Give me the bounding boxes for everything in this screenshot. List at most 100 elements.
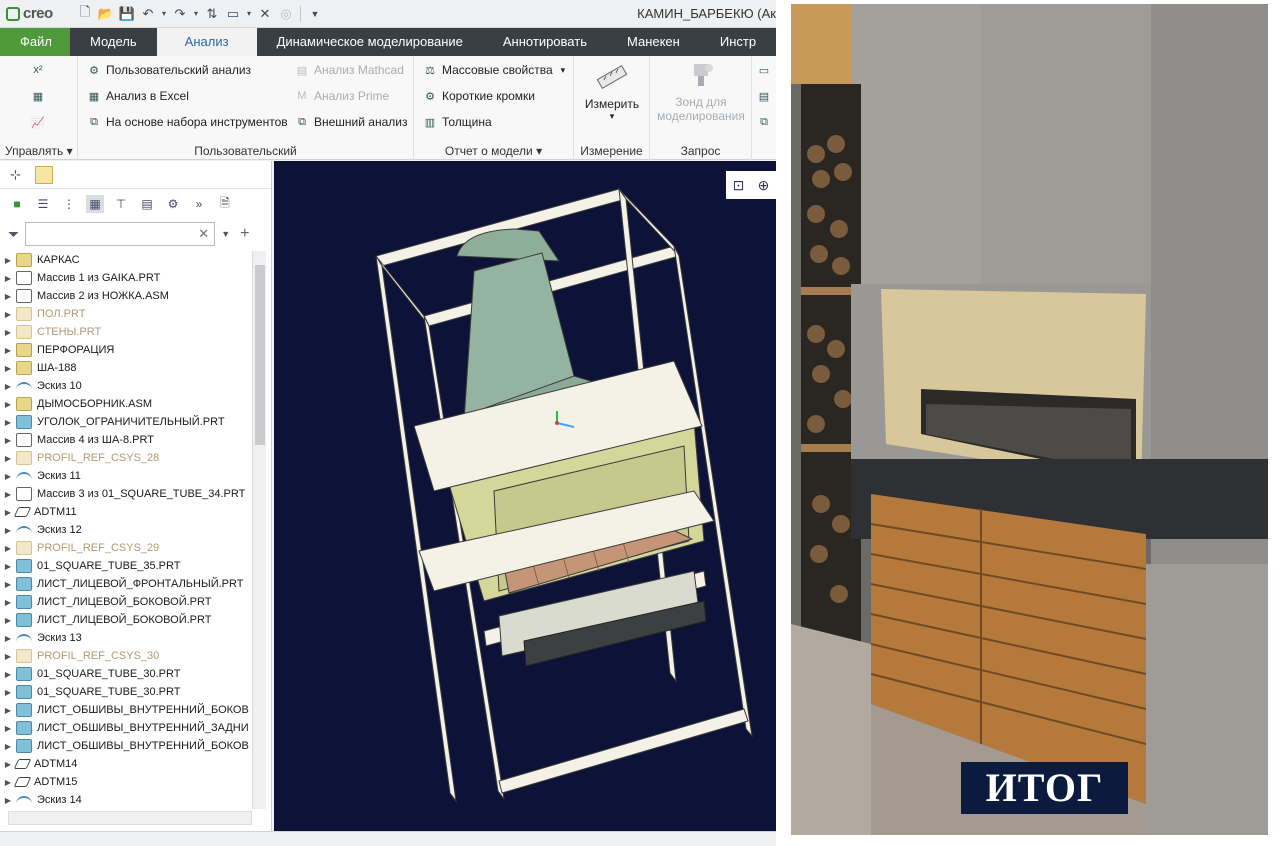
tree-item[interactable]: ▶ ЛИСТ_ЛИЦЕВОЙ_БОКОВОЙ.PRT [0, 593, 252, 611]
tab-analysis[interactable]: Анализ [156, 28, 257, 56]
tree-filter-icon[interactable]: ⊤ [112, 195, 130, 213]
tree-item[interactable]: ▶ Массив 1 из GAIKA.PRT [0, 269, 252, 287]
tree-item[interactable]: ▶ УГОЛОК_ОГРАНИЧИТЕЛЬНЫЙ.PRT [0, 413, 252, 431]
tree-item[interactable]: ▶ ЛИСТ_ЛИЦЕВОЙ_БОКОВОЙ.PRT [0, 611, 252, 629]
expand-arrow-icon[interactable]: ▶ [0, 652, 16, 661]
tree-item[interactable]: ▶ Эскиз 12 [0, 521, 252, 539]
windows-icon[interactable]: ▭ [224, 5, 242, 23]
toolkit-analysis-button[interactable]: ⧉ На основе набора инструментов [86, 114, 288, 130]
tree-horizontal-scrollbar[interactable] [8, 811, 252, 825]
expand-arrow-icon[interactable]: ▶ [0, 796, 16, 805]
group-label-model-report[interactable]: Отчет о модели ▾ [414, 144, 573, 158]
windows-dropdown-icon[interactable]: ▾ [245, 5, 253, 23]
regenerate-icon[interactable]: ⇅ [203, 5, 221, 23]
tab-annotate[interactable]: Аннотировать [483, 28, 607, 56]
expand-arrow-icon[interactable]: ▶ [0, 616, 16, 625]
tree-item[interactable]: ▶ Эскиз 11 [0, 467, 252, 485]
tree-table-icon[interactable]: ▦ [86, 195, 104, 213]
group-label-manage[interactable]: Управлять ▾ [0, 144, 77, 158]
tree-item[interactable]: ▶ ЛИСТ_ОБШИВЫ_ВНУТРЕННИЙ_ЗАДНИ [0, 719, 252, 737]
expand-arrow-icon[interactable]: ▶ [0, 670, 16, 679]
tree-item[interactable]: ▶ ЛИСТ_ОБШИВЫ_ВНУТРЕННИЙ_БОКОВ [0, 737, 252, 755]
tab-manikin[interactable]: Манекен [607, 28, 700, 56]
manage-tool-2[interactable]: ▦ [30, 88, 46, 104]
expand-arrow-icon[interactable]: ▶ [0, 544, 16, 553]
tree-item[interactable]: ▶ Эскиз 10 [0, 377, 252, 395]
model-tree-tab-icon[interactable]: ⊹ [10, 167, 21, 183]
user-analysis-button[interactable]: ⚙ Пользовательский анализ [86, 62, 251, 78]
expand-arrow-icon[interactable]: ▶ [0, 382, 16, 391]
graphics-viewport[interactable]: ⊡ ⊕ [274, 161, 776, 831]
manage-tool-3[interactable]: 📈 [30, 114, 46, 130]
tree-item[interactable]: ▶ Массив 2 из НОЖКА.ASM [0, 287, 252, 305]
tree-search-input[interactable]: ✕ [25, 222, 216, 246]
expand-arrow-icon[interactable]: ▶ [0, 724, 16, 733]
tree-item[interactable]: ▶ ADTM14 [0, 755, 252, 773]
expand-arrow-icon[interactable]: ▶ [0, 634, 16, 643]
expand-arrow-icon[interactable]: ▶ [0, 454, 16, 463]
expand-arrow-icon[interactable]: ▶ [0, 472, 16, 481]
overflow-tool-3[interactable]: ⧉ [756, 114, 772, 130]
tree-list-icon[interactable]: ☰ [34, 195, 52, 213]
tree-item[interactable]: ▶ ДЫМОСБОРНИК.ASM [0, 395, 252, 413]
new-file-icon[interactable]: 🗋 [76, 4, 94, 23]
tree-item[interactable]: ▶ PROFIL_REF_CSYS_29 [0, 539, 252, 557]
tab-file[interactable]: Файл [0, 28, 70, 56]
overflow-tool-2[interactable]: ▤ [756, 88, 772, 104]
tree-item[interactable]: ▶ Эскиз 13 [0, 629, 252, 647]
customize-dropdown-icon[interactable]: ▼ [306, 5, 324, 23]
tree-item[interactable]: ▶ ПОЛ.PRT [0, 305, 252, 323]
tree-item[interactable]: ▶ PROFIL_REF_CSYS_28 [0, 449, 252, 467]
open-folder-icon[interactable]: 📂 [97, 5, 115, 23]
tab-model[interactable]: Модель [70, 28, 157, 56]
expand-arrow-icon[interactable]: ▶ [0, 310, 16, 319]
expand-arrow-icon[interactable]: ▶ [0, 562, 16, 571]
expand-arrow-icon[interactable]: ▶ [0, 292, 16, 301]
thickness-button[interactable]: ▥ Толщина [422, 114, 492, 130]
tree-item[interactable]: ▶ ША-188 [0, 359, 252, 377]
expand-arrow-icon[interactable]: ▶ [0, 436, 16, 445]
more-icon[interactable]: » [190, 195, 208, 213]
tree-item[interactable]: ▶ 01_SQUARE_TUBE_30.PRT [0, 665, 252, 683]
undo-icon[interactable]: ↶ [139, 5, 157, 23]
close-window-icon[interactable]: ✕ [256, 5, 274, 23]
tree-item[interactable]: ▶ 01_SQUARE_TUBE_30.PRT [0, 683, 252, 701]
tree-item[interactable]: ▶ Массив 4 из ША-8.PRT [0, 431, 252, 449]
excel-analysis-button[interactable]: ▦ Анализ в Excel [86, 88, 189, 104]
expand-arrow-icon[interactable]: ▶ [0, 688, 16, 697]
search-dropdown-icon[interactable]: ▼ [221, 229, 230, 239]
tree-vertical-scrollbar[interactable] [252, 251, 266, 809]
scroll-thumb[interactable] [255, 265, 265, 445]
tree-item[interactable]: ▶ КАРКАС [0, 251, 252, 269]
expand-arrow-icon[interactable]: ▶ [0, 526, 16, 535]
external-analysis-button[interactable]: ⧉ Внешний анализ [294, 114, 407, 130]
expand-arrow-icon[interactable]: ▶ [0, 598, 16, 607]
expand-arrow-icon[interactable]: ▶ [0, 490, 16, 499]
tree-item[interactable]: ▶ ПЕРФОРАЦИЯ [0, 341, 252, 359]
expand-arrow-icon[interactable]: ▶ [0, 400, 16, 409]
expand-arrow-icon[interactable]: ▶ [0, 580, 16, 589]
add-icon[interactable]: + [240, 225, 249, 243]
tree-item[interactable]: ▶ ADTM15 [0, 773, 252, 791]
gear-icon[interactable]: ⚙ [164, 195, 182, 213]
tree-columns-icon[interactable]: ⋮ [60, 195, 78, 213]
tree-item[interactable]: ▶ 01_SQUARE_TUBE_35.PRT [0, 557, 252, 575]
expand-arrow-icon[interactable]: ▶ [0, 274, 16, 283]
tree-item[interactable]: ▶ СТЕНЫ.PRT [0, 323, 252, 341]
expand-arrow-icon[interactable]: ▶ [0, 706, 16, 715]
expand-arrow-icon[interactable]: ▶ [0, 742, 16, 751]
redo-dropdown-icon[interactable]: ▾ [192, 5, 200, 23]
short-edges-button[interactable]: ⚙ Короткие кромки [422, 88, 535, 104]
tree-item[interactable]: ▶ ADTM11 [0, 503, 252, 521]
expand-arrow-icon[interactable]: ▶ [0, 364, 16, 373]
redo-icon[interactable]: ↷ [171, 5, 189, 23]
overflow-tool-1[interactable]: ▭ [756, 62, 772, 78]
tab-tools[interactable]: Инстр [700, 28, 776, 56]
expand-arrow-icon[interactable]: ▶ [0, 418, 16, 427]
tree-settings-icon[interactable]: ▤ [138, 195, 156, 213]
tree-item[interactable]: ▶ ЛИСТ_ЛИЦЕВОЙ_ФРОНТАЛЬНЫЙ.PRT [0, 575, 252, 593]
tab-dynamic-modeling[interactable]: Динамическое моделирование [257, 28, 483, 56]
save-icon[interactable]: 💾 [118, 5, 136, 23]
tree-item[interactable]: ▶ Эскиз 14 [0, 791, 252, 809]
manage-tool-1[interactable]: x² [30, 62, 46, 78]
